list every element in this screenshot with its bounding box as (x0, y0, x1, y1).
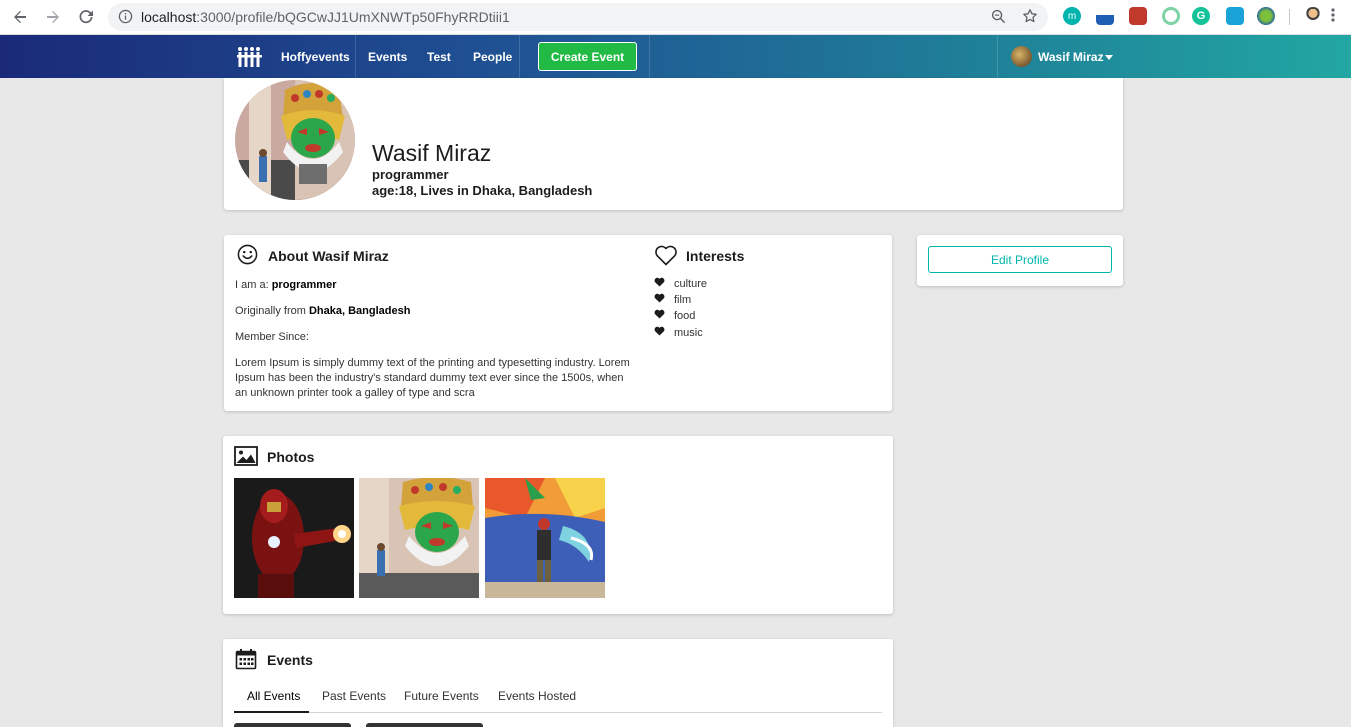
image-icon (234, 446, 258, 471)
about-occupation-value: programmer (271, 279, 337, 291)
nav-divider (519, 35, 520, 78)
extension-globe-icon[interactable] (1257, 7, 1275, 25)
profile-header-card: Wasif Miraz programmer age:18, Lives in … (224, 78, 1123, 210)
browser-toolbar: localhost:3000/profile/bQGCwJJ1UmXNWTp50… (0, 0, 1351, 35)
about-member-since: Member Since: (235, 331, 309, 343)
nav-divider (355, 35, 356, 78)
interest-item: food (654, 309, 695, 322)
about-card: About Wasif Miraz I am a: programmer Ori… (224, 235, 892, 411)
interest-label: food (674, 309, 696, 322)
profile-age-location: age:18, Lives in Dhaka, Bangladesh (372, 183, 593, 198)
forward-icon[interactable] (42, 6, 64, 28)
events-title: Events (267, 652, 313, 668)
about-origin-label: Originally from (235, 305, 309, 317)
interest-item: music (654, 326, 703, 339)
profile-occupation: programmer (372, 167, 449, 182)
heart-icon (654, 277, 666, 290)
nav-divider (649, 35, 650, 78)
user-menu-caret-icon[interactable] (1105, 55, 1113, 60)
photos-title: Photos (267, 449, 315, 465)
create-event-button[interactable]: Create Event (538, 42, 637, 71)
heart-icon (654, 293, 666, 306)
logo-icon[interactable] (236, 35, 263, 78)
zoom-icon[interactable] (991, 9, 1006, 29)
browser-menu-icon[interactable] (1331, 7, 1335, 25)
photo-thumbnail[interactable] (234, 478, 354, 598)
event-card-thumbnail[interactable] (234, 723, 351, 727)
url-host: localhost (141, 9, 197, 25)
about-occupation-label: I am a: (235, 279, 272, 291)
interest-label: film (674, 293, 692, 306)
grammarly-icon[interactable]: G (1192, 7, 1210, 25)
photo-thumbnail[interactable] (359, 478, 479, 598)
events-card: Events All Events Past Events Future Eve… (223, 639, 893, 727)
about-description: Lorem Ipsum is simply dummy text of the … (235, 357, 630, 399)
profile-photo (235, 80, 355, 200)
tab-past-events[interactable]: Past Events (322, 689, 386, 703)
nav-brand-link[interactable]: Hoffyevents (281, 35, 350, 78)
about-origin-value: Dhaka, Bangladesh (308, 305, 411, 317)
active-tab-indicator (234, 711, 309, 713)
bookmark-star-icon[interactable] (1022, 8, 1038, 29)
nav-events-link[interactable]: Events (368, 35, 407, 78)
about-occupation: I am a: programmer (235, 279, 336, 291)
app-navbar: Hoffyevents Events Test People Wasif Mir… (0, 35, 1351, 78)
interest-item: culture (654, 277, 707, 290)
nav-test-link[interactable]: Test (427, 35, 451, 78)
about-origin: Originally from Dhaka, Bangladesh (235, 305, 410, 317)
profile-avatar-icon[interactable] (1304, 7, 1322, 25)
extension-m-icon[interactable]: m (1063, 7, 1081, 25)
address-bar[interactable]: localhost:3000/profile/bQGCwJJ1UmXNWTp50… (108, 3, 1048, 31)
toolbar-separator (1289, 9, 1290, 25)
site-info-icon[interactable] (118, 9, 133, 29)
tab-events-hosted[interactable]: Events Hosted (498, 689, 576, 703)
interests-title: Interests (686, 248, 745, 264)
event-card-thumbnail[interactable] (366, 723, 483, 727)
edit-profile-card: Edit Profile (917, 235, 1123, 286)
url-path: :3000/profile/bQGCwJJ1UmXNWTp50FhyRRDtii… (196, 9, 510, 25)
nav-divider (997, 35, 998, 78)
edit-profile-button[interactable]: Edit Profile (928, 246, 1112, 273)
calendar-icon (235, 648, 257, 675)
extension-cast-icon[interactable] (1226, 7, 1244, 25)
tabs-divider (234, 712, 882, 713)
tab-future-events[interactable]: Future Events (404, 689, 479, 703)
photo-thumbnail[interactable] (485, 478, 605, 598)
interest-item: film (654, 293, 691, 306)
interest-label: culture (674, 277, 708, 290)
reload-icon[interactable] (75, 6, 97, 28)
user-avatar[interactable] (1011, 46, 1032, 67)
profile-name: Wasif Miraz (372, 140, 492, 166)
tab-all-events[interactable]: All Events (247, 689, 300, 703)
extension-ring-icon[interactable] (1162, 7, 1180, 25)
extension-cloud-icon[interactable] (1096, 7, 1114, 25)
extension-red-icon[interactable] (1129, 7, 1147, 25)
photos-card: Photos (223, 436, 893, 614)
about-title: About Wasif Miraz (268, 248, 389, 264)
smile-icon (237, 244, 258, 270)
interest-label: music (674, 326, 703, 339)
heart-icon (654, 326, 666, 339)
url-text[interactable]: localhost:3000/profile/bQGCwJJ1UmXNWTp50… (141, 9, 510, 25)
heart-outline-icon (654, 244, 678, 271)
nav-user-name[interactable]: Wasif Miraz (1038, 35, 1104, 78)
nav-people-link[interactable]: People (473, 35, 512, 78)
back-icon[interactable] (9, 6, 31, 28)
heart-icon (654, 309, 666, 322)
